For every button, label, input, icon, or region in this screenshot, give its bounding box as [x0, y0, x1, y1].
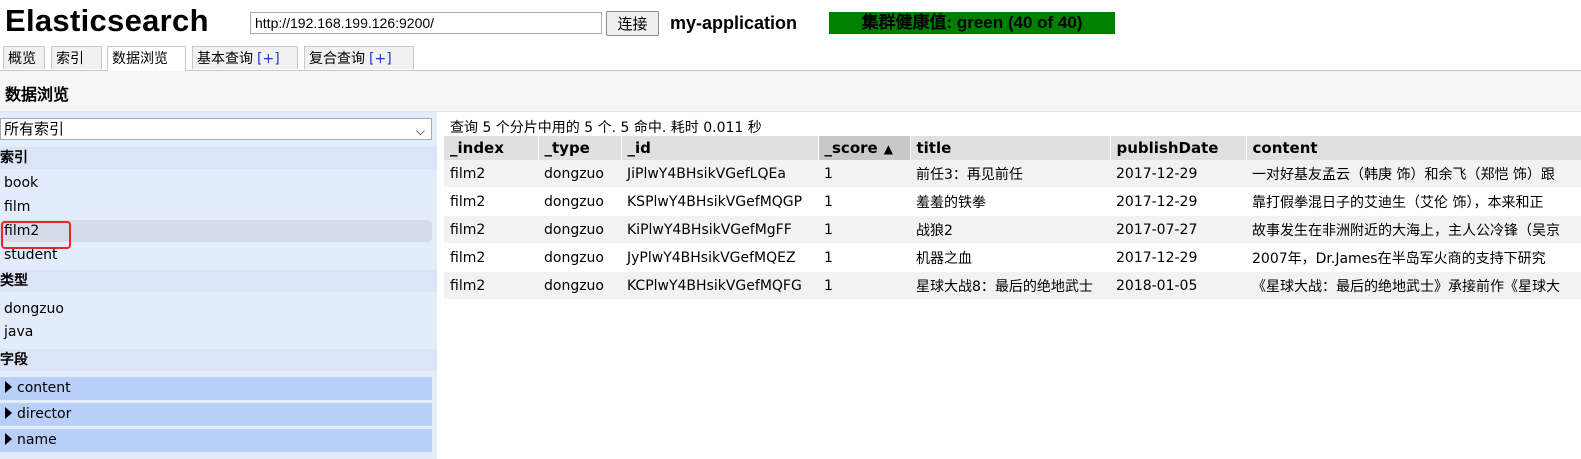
tab-data-browse[interactable]: 数据浏览 [107, 46, 186, 71]
index-item-selected[interactable]: film2 [0, 220, 432, 242]
tab-compound-query[interactable]: 复合查询 [+] [304, 46, 414, 69]
expand-arrow-icon [5, 381, 12, 393]
field-label: name [17, 432, 57, 448]
tab-overview[interactable]: 概览 [3, 46, 45, 69]
index-select[interactable]: 所有索引 ⌵ [0, 118, 432, 140]
cell-id: KiPlwY4BHsikVGefMgFF [621, 215, 818, 244]
fields-heading: 字段 [0, 349, 437, 371]
cell-id: KCPlwY4BHsikVGefMQFG [621, 271, 818, 300]
table-row[interactable]: film2 dongzuo JyPlwY4BHsikVGefMQEZ 1 机器之… [444, 243, 1581, 272]
index-item[interactable]: book [0, 172, 432, 194]
indices-heading: 索引 [0, 147, 437, 169]
type-item[interactable]: dongzuo [0, 298, 432, 320]
cell-content: 靠打假拳混日子的艾迪生（艾伦 饰），本来和正 [1246, 187, 1581, 216]
tab-label: 复合查询 [309, 51, 365, 67]
field-item-name[interactable]: name [0, 429, 432, 452]
cell-type: dongzuo [538, 271, 621, 300]
cell-type: dongzuo [538, 243, 621, 272]
cell-publishdate: 2017-12-29 [1110, 187, 1246, 216]
connect-button[interactable]: 连接 [606, 11, 659, 36]
tab-add-link[interactable]: [+] [369, 51, 392, 67]
cell-content: 一对好基友孟云（韩庚 饰）和余飞（郑恺 饰）跟 [1246, 160, 1581, 188]
column-header-type[interactable]: _type [538, 136, 622, 160]
section-bar: 数据浏览 [0, 71, 1581, 112]
table-row[interactable]: film2 dongzuo KCPlwY4BHsikVGefMQFG 1 星球大… [444, 271, 1581, 300]
tab-indices[interactable]: 索引 [51, 46, 102, 69]
tab-label: 数据浏览 [112, 51, 168, 67]
cell-score: 1 [818, 215, 910, 244]
column-header-id[interactable]: _id [621, 136, 819, 160]
filter-sidebar: 所有索引 ⌵ 索引 book film film2 student 类型 don… [0, 112, 437, 459]
cell-title: 前任3：再见前任 [910, 160, 1110, 188]
cell-publishdate: 2017-07-27 [1110, 215, 1246, 244]
tab-basic-query[interactable]: 基本查询 [+] [192, 46, 298, 69]
cell-publishdate: 2017-12-29 [1110, 243, 1246, 272]
chevron-down-icon: ⌵ [415, 124, 425, 138]
cell-id: JyPlwY4BHsikVGefMQEZ [621, 243, 818, 272]
cell-index: film2 [444, 271, 538, 300]
cell-type: dongzuo [538, 160, 621, 188]
sort-ascending-icon: ▲ [883, 142, 893, 156]
app-header: Elasticsearch 连接 my-application 集群健康值: g… [0, 0, 1581, 46]
field-label: content [17, 380, 71, 396]
brand-title: Elasticsearch [5, 3, 209, 38]
cell-score: 1 [818, 271, 910, 300]
page-title: 数据浏览 [5, 85, 70, 104]
index-item[interactable]: film [0, 196, 432, 218]
tab-add-link[interactable]: [+] [257, 51, 280, 67]
column-header-score[interactable]: _score ▲ [818, 136, 911, 160]
field-item-director[interactable]: director [0, 403, 432, 426]
tab-label: 概览 [8, 51, 36, 67]
table-row[interactable]: film2 dongzuo KSPlwY4BHsikVGefMQGP 1 羞羞的… [444, 187, 1581, 216]
query-summary: 查询 5 个分片中用的 5 个. 5 命中. 耗时 0.011 秒 [450, 120, 762, 136]
results-panel: 查询 5 个分片中用的 5 个. 5 命中. 耗时 0.011 秒 _index… [444, 112, 1581, 459]
index-select-value: 所有索引 [4, 120, 65, 138]
expand-arrow-icon [5, 407, 12, 419]
cell-score: 1 [818, 243, 910, 272]
index-item[interactable]: student [0, 244, 432, 266]
cell-publishdate: 2017-12-29 [1110, 160, 1246, 188]
cell-score: 1 [818, 187, 910, 216]
column-header-title[interactable]: title [910, 136, 1111, 160]
main-tabs: 概览 索引 数据浏览 基本查询 [+] 复合查询 [+] [0, 46, 1581, 71]
cell-type: dongzuo [538, 187, 621, 216]
expand-arrow-icon [5, 433, 12, 445]
column-header-index[interactable]: _index [444, 136, 539, 160]
cell-content: 故事发生在非洲附近的大海上，主人公冷锋（吴京 [1246, 215, 1581, 244]
cell-title: 机器之血 [910, 243, 1110, 272]
type-item[interactable]: java [0, 321, 432, 343]
field-label: director [17, 406, 72, 422]
cluster-name: my-application [670, 13, 798, 33]
cluster-url-input[interactable] [250, 12, 602, 34]
cell-score: 1 [818, 160, 910, 188]
results-table: _index _type _id _score ▲ title publishDa… [444, 136, 1581, 300]
column-header-publishdate[interactable]: publishDate [1110, 136, 1247, 160]
cell-publishdate: 2018-01-05 [1110, 271, 1246, 300]
cell-content: 2007年，Dr.James在半岛军火商的支持下研究 [1246, 243, 1581, 272]
field-item-content[interactable]: content [0, 377, 432, 400]
table-header-row: _index _type _id _score ▲ title publishDa… [444, 136, 1581, 160]
tab-label: 索引 [56, 51, 84, 67]
cell-index: film2 [444, 187, 538, 216]
table-row[interactable]: film2 dongzuo KiPlwY4BHsikVGefMgFF 1 战狼2… [444, 215, 1581, 244]
cell-title: 战狼2 [910, 215, 1110, 244]
cell-id: JiPlwY4BHsikVGefLQEa [621, 160, 818, 188]
cell-index: film2 [444, 160, 538, 188]
cell-title: 星球大战8：最后的绝地武士 [910, 271, 1110, 300]
column-header-content[interactable]: content [1246, 136, 1581, 160]
cell-index: film2 [444, 215, 538, 244]
cell-id: KSPlwY4BHsikVGefMQGP [621, 187, 818, 216]
table-row[interactable]: film2 dongzuo JiPlwY4BHsikVGefLQEa 1 前任3… [444, 160, 1581, 188]
tab-label: 基本查询 [197, 51, 253, 67]
cell-content: 《星球大战：最后的绝地武士》承接前作《星球大 [1246, 271, 1581, 300]
types-heading: 类型 [0, 270, 437, 292]
cell-title: 羞羞的铁拳 [910, 187, 1110, 216]
cluster-health-badge: 集群健康值: green (40 of 40) [829, 12, 1115, 34]
cell-type: dongzuo [538, 215, 621, 244]
column-header-label: _score [824, 139, 878, 157]
cell-index: film2 [444, 243, 538, 272]
